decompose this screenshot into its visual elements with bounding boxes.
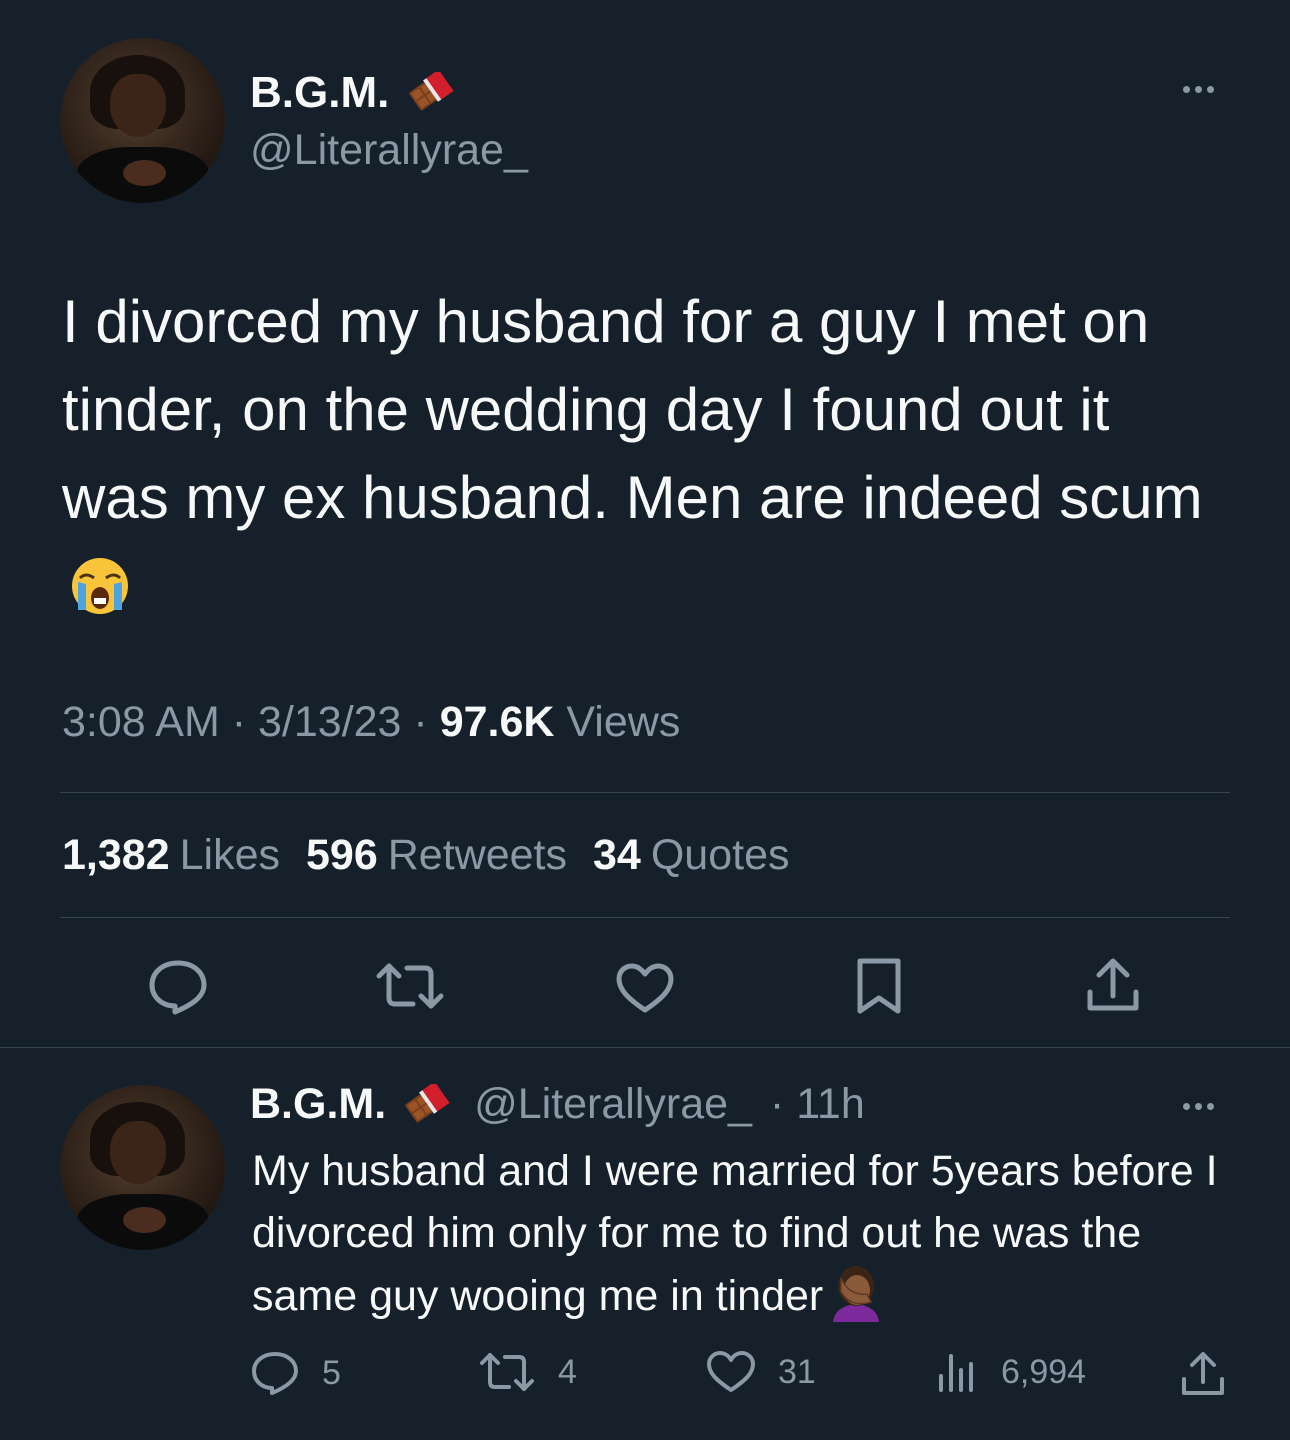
- reply-likes-count: 31: [778, 1352, 816, 1391]
- retweet-icon: [480, 1353, 534, 1391]
- chocolate-bar-icon: [405, 1083, 450, 1122]
- views-count: 97.6K: [439, 698, 555, 746]
- retweet-button[interactable]: [375, 960, 445, 1012]
- tweet-date[interactable]: 3/13/23: [258, 698, 401, 746]
- retweets-label: Retweets: [387, 831, 567, 879]
- reply-like-button[interactable]: 31: [706, 1350, 816, 1394]
- reply-share-button[interactable]: [1180, 1350, 1226, 1398]
- more-icon[interactable]: [1183, 86, 1214, 93]
- reply-author-name[interactable]: B.G.M. @Literallyrae_ · 11h: [250, 1080, 865, 1130]
- likes-count: 1,382: [62, 831, 170, 879]
- heart-icon: [616, 963, 674, 1013]
- divider: [60, 792, 1230, 793]
- tweet-meta: 3:08 AM · 3/13/23 · 97.6K Views: [62, 698, 680, 747]
- loudly-crying-face-icon: [72, 558, 128, 614]
- reply-replies-count: 5: [322, 1353, 341, 1392]
- share-icon: [1087, 958, 1139, 1011]
- author-handle[interactable]: @Literallyrae_: [250, 126, 528, 175]
- reply-text-content: My husband and I were married for 5years…: [252, 1147, 1218, 1320]
- analytics-icon: [939, 1354, 973, 1392]
- retweets-count: 596: [306, 831, 378, 879]
- likes-stat[interactable]: 1,382 Likes: [62, 831, 280, 880]
- share-icon: [1182, 1352, 1224, 1395]
- share-button[interactable]: [1085, 956, 1141, 1016]
- chocolate-bar-icon: [408, 72, 454, 111]
- divider: [0, 1047, 1290, 1048]
- quotes-stat[interactable]: 34 Quotes: [593, 831, 789, 880]
- reply-text: My husband and I were married for 5years…: [252, 1140, 1252, 1327]
- meta-separator: ·: [413, 698, 428, 746]
- reply-retweets-button[interactable]: 4: [478, 1350, 577, 1394]
- bookmark-button[interactable]: [855, 956, 903, 1016]
- reply-icon: [149, 960, 207, 1015]
- tweet-stats: 1,382 Likes 596 Retweets 34 Quotes: [62, 831, 789, 880]
- facepalm-icon: [833, 1266, 880, 1322]
- tweet-time[interactable]: 3:08 AM: [62, 698, 220, 746]
- heart-icon: [707, 1351, 755, 1392]
- reply-button[interactable]: [147, 958, 209, 1016]
- reply-retweets-count: 4: [558, 1352, 577, 1391]
- likes-label: Likes: [179, 831, 280, 879]
- like-button[interactable]: [615, 962, 675, 1014]
- reply-icon: [252, 1352, 298, 1395]
- views-label: Views: [566, 698, 681, 746]
- more-icon[interactable]: [1183, 1103, 1214, 1110]
- author-name-text: B.G.M.: [250, 68, 390, 117]
- meta-separator: ·: [231, 698, 247, 746]
- avatar[interactable]: [60, 38, 225, 203]
- reply-author-name-text: B.G.M.: [250, 1080, 387, 1128]
- reply-views-count: 6,994: [1001, 1352, 1087, 1391]
- retweet-icon: [376, 963, 444, 1009]
- retweets-stat[interactable]: 596 Retweets: [306, 831, 567, 880]
- quotes-count: 34: [593, 831, 641, 879]
- reply-avatar[interactable]: [60, 1085, 225, 1250]
- tweet-text-content: I divorced my husband for a guy I met on…: [62, 288, 1203, 531]
- reply-time[interactable]: · 11h: [770, 1080, 865, 1128]
- bookmark-icon: [857, 958, 901, 1014]
- author-name[interactable]: B.G.M.: [250, 68, 458, 118]
- reply-author-handle[interactable]: @Literallyrae_: [474, 1080, 752, 1128]
- reply-replies-button[interactable]: 5: [250, 1350, 341, 1396]
- quotes-label: Quotes: [650, 831, 790, 879]
- divider: [60, 917, 1230, 918]
- reply-views-button[interactable]: 6,994: [935, 1350, 1086, 1394]
- tweet-text: I divorced my husband for a guy I met on…: [62, 278, 1212, 630]
